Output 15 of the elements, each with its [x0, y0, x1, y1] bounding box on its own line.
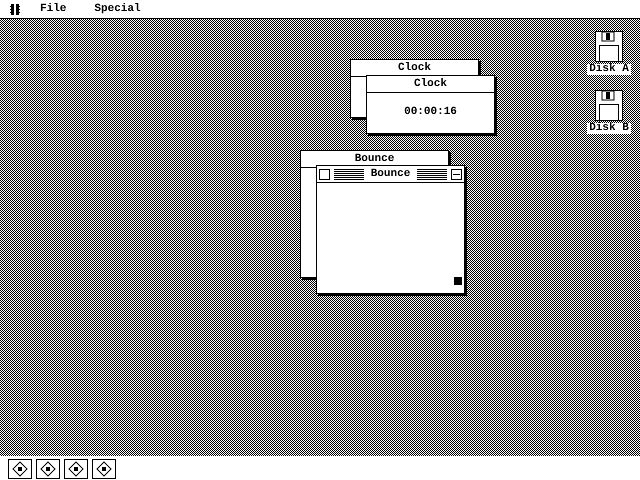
title-bar[interactable]: Bounce	[317, 166, 464, 183]
tray-icon[interactable]	[92, 459, 116, 477]
tray-icon[interactable]	[8, 459, 32, 477]
zoom-box[interactable]	[451, 168, 462, 180]
tray-icon[interactable]	[64, 459, 88, 477]
tray-icon[interactable]	[36, 459, 60, 477]
title-bar[interactable]: Clock	[367, 76, 494, 93]
icon-label[interactable]: Disk B	[587, 123, 631, 134]
close-box[interactable]	[319, 168, 330, 180]
menu-logo-icon[interactable]	[10, 4, 20, 14]
resize-handle[interactable]	[454, 277, 462, 285]
menu-item[interactable]: File	[40, 3, 66, 15]
icon-label[interactable]: Disk A	[587, 64, 631, 75]
menu-item[interactable]: Special	[94, 3, 141, 15]
clock-time: 00:00:16	[403, 105, 458, 119]
